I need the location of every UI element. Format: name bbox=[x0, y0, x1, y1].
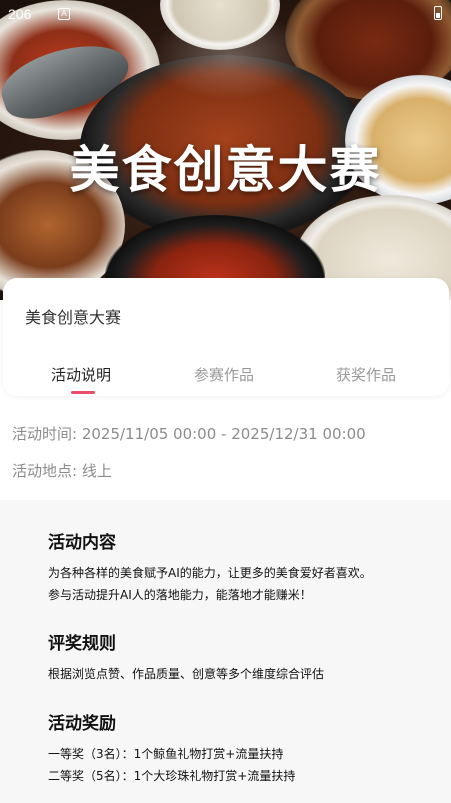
status-time: 206 bbox=[8, 6, 32, 22]
tab-winning-entries[interactable]: 获奖作品 bbox=[336, 364, 396, 385]
activity-place: 活动地点: 线上 bbox=[12, 462, 112, 480]
section-text: 为各种各样的美食赋予AI的能力，让更多的美食爱好者喜欢。 bbox=[48, 566, 372, 580]
hero-title: 美食创意大赛 bbox=[69, 141, 382, 199]
hero-banner: 美食创意大赛 206 A bbox=[0, 0, 451, 300]
activity-time: 活动时间: 2025/11/05 00:00 - 2025/12/31 00:0… bbox=[12, 425, 366, 443]
notification-icon: A bbox=[58, 8, 70, 20]
section-text: 参与活动提升AI人的落地能力，能落地才能赚米！ bbox=[48, 588, 312, 602]
section-title-rules: 评奖规则 bbox=[48, 634, 116, 654]
section-title-rewards: 活动奖励 bbox=[48, 714, 116, 734]
battery-icon bbox=[434, 6, 442, 20]
activity-card: 美食创意大赛 活动说明 参赛作品 获奖作品 bbox=[3, 278, 449, 396]
section-text: 根据浏览点赞、作品质量、创意等多个维度综合评估 bbox=[48, 667, 325, 681]
reward-line: 二等奖（5名）：1个大珍珠礼物打赏+流量扶持 bbox=[48, 769, 296, 783]
reward-line: 一等奖（3名）：1个鲸鱼礼物打赏+流量扶持 bbox=[48, 747, 284, 761]
tab-activity-description[interactable]: 活动说明 bbox=[51, 364, 111, 385]
card-title: 美食创意大赛 bbox=[25, 308, 122, 327]
tab-entries[interactable]: 参赛作品 bbox=[194, 364, 254, 385]
active-tab-indicator bbox=[71, 391, 95, 394]
section-title-content: 活动内容 bbox=[48, 533, 116, 553]
steam-effect bbox=[150, 10, 310, 100]
